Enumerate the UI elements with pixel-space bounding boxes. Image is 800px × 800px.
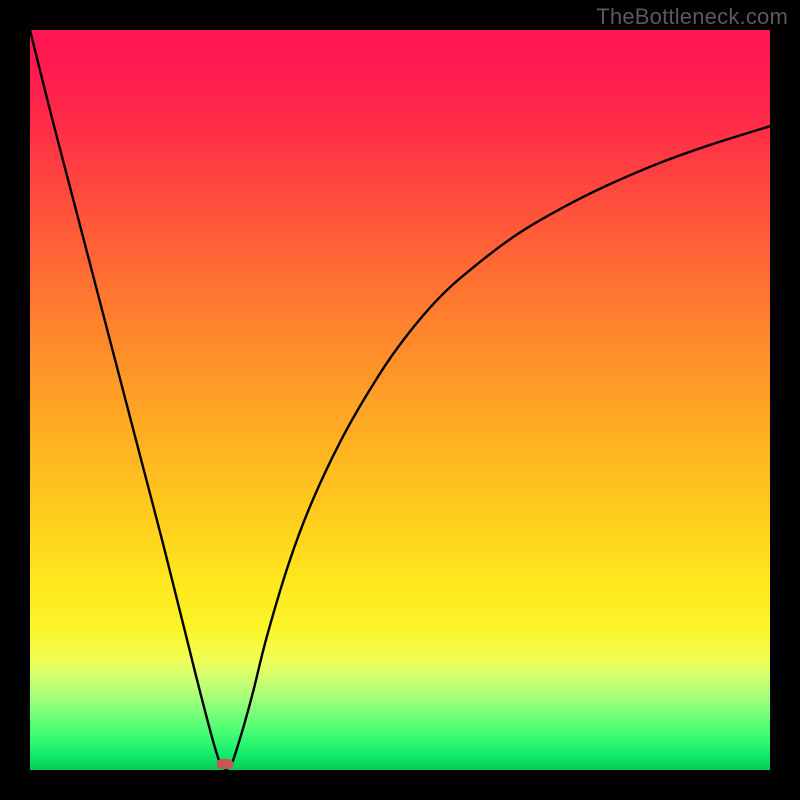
plot-area [30,30,770,770]
watermark-text: TheBottleneck.com [596,4,788,30]
minimum-marker [217,759,234,769]
curve-path [30,30,770,769]
bottleneck-curve [30,30,770,770]
chart-frame: TheBottleneck.com [0,0,800,800]
